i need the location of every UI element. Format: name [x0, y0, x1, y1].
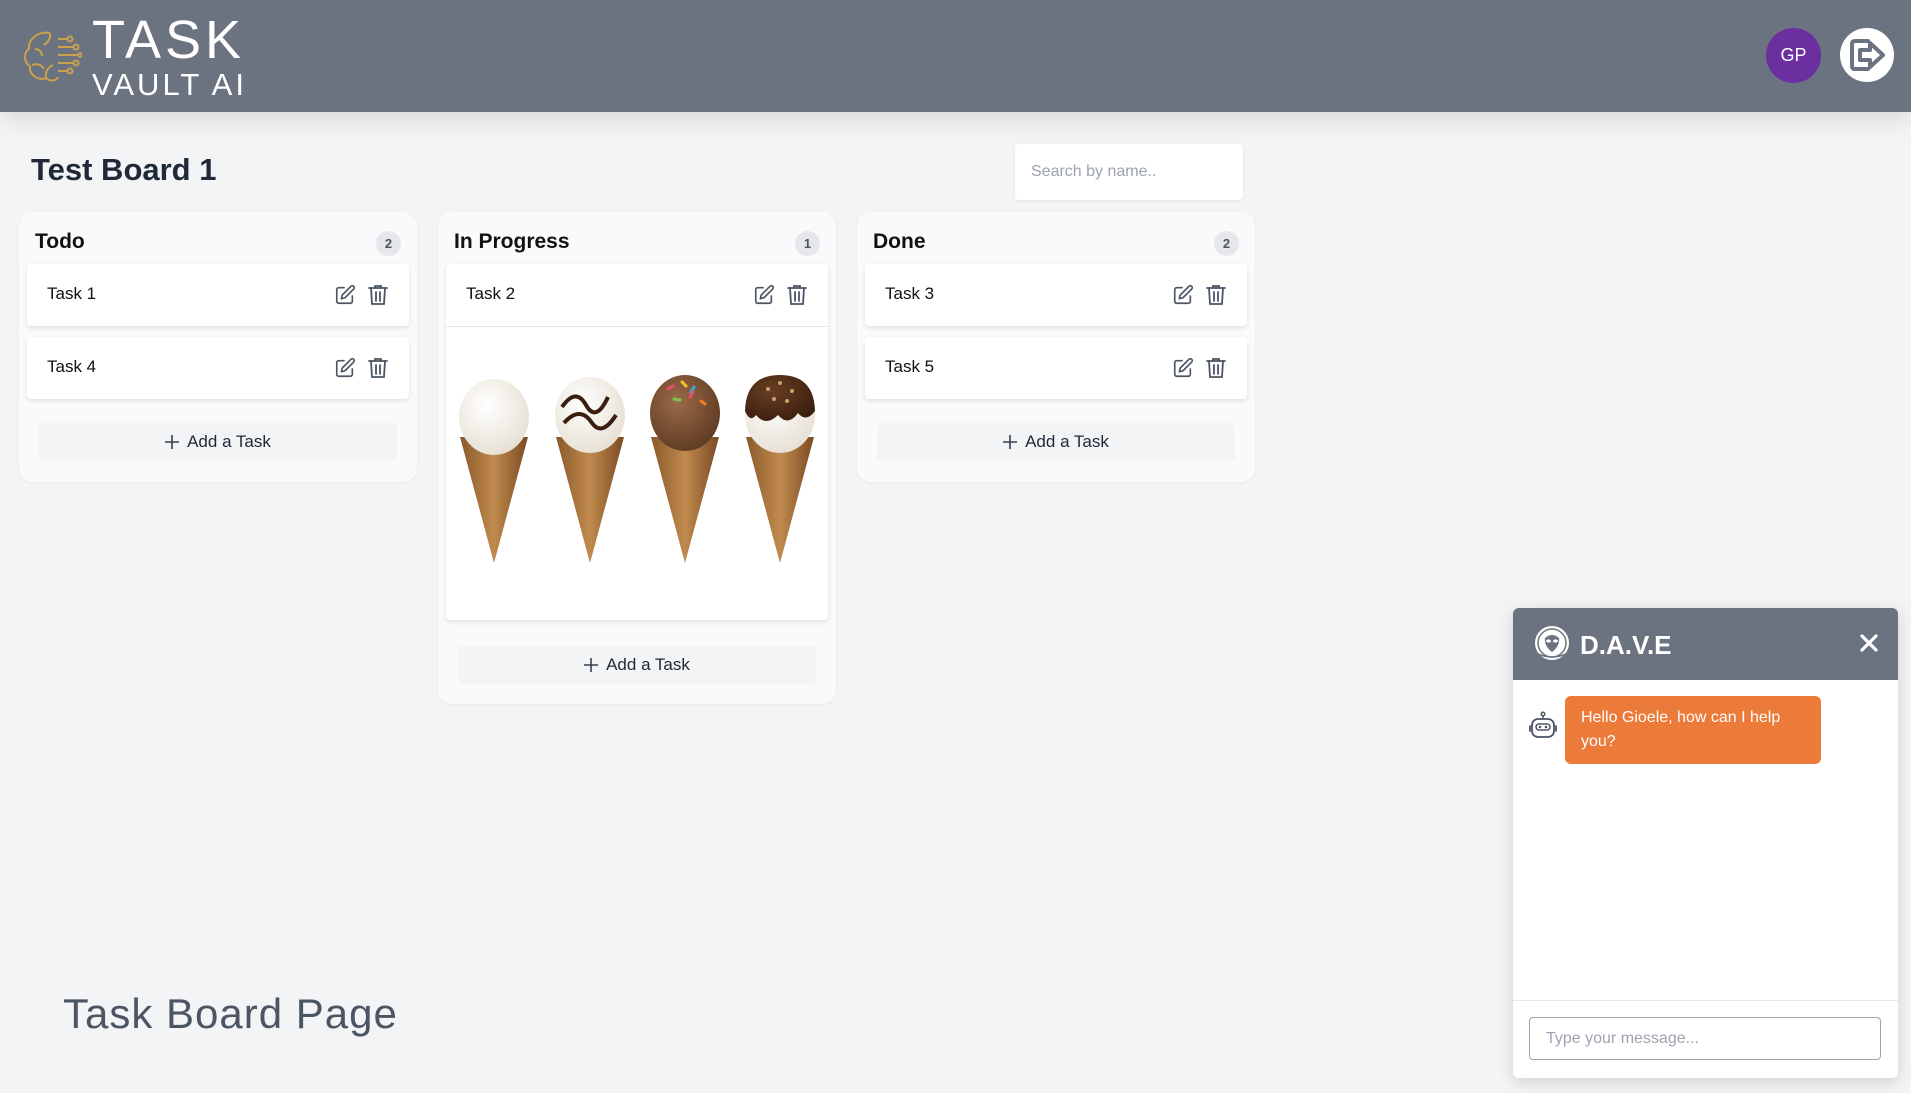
edit-icon[interactable]: [1171, 283, 1194, 307]
trash-icon[interactable]: [1204, 356, 1227, 380]
add-task-label: Add a Task: [1025, 432, 1109, 451]
edit-icon[interactable]: [1171, 356, 1194, 380]
column-done: Done 2 Task 3 Task 5 Add a Task: [857, 212, 1255, 482]
edit-icon[interactable]: [752, 283, 775, 307]
task-count-badge: 2: [1214, 231, 1239, 256]
task-title: Task 1: [47, 284, 97, 303]
column-title: Done: [873, 230, 926, 253]
column-title: In Progress: [454, 230, 570, 253]
edit-icon[interactable]: [333, 283, 356, 307]
add-task-button[interactable]: Add a Task: [39, 423, 397, 461]
bot-message: Hello Gioele, how can I help you?: [1565, 696, 1821, 764]
logo-subtitle: VAULT AI: [92, 66, 247, 102]
robot-icon: [1529, 711, 1557, 738]
board-title: Test Board 1: [31, 152, 217, 187]
close-icon[interactable]: [1856, 630, 1882, 656]
task-card[interactable]: Task 2: [446, 264, 828, 620]
task-title: Task 5: [885, 357, 935, 376]
task-count-badge: 2: [376, 231, 401, 256]
logo-title: TASK: [92, 9, 246, 70]
task-card[interactable]: Task 1: [27, 264, 409, 326]
chat-footer: [1513, 1000, 1898, 1078]
logout-arrow-icon: [1850, 39, 1885, 71]
task-card[interactable]: Task 3: [865, 264, 1247, 326]
search-input[interactable]: [1015, 144, 1243, 200]
page-caption: Task Board Page: [63, 990, 398, 1037]
chat-title: D.A.V.E: [1580, 630, 1672, 660]
user-avatar[interactable]: GP: [1766, 28, 1821, 83]
add-task-button[interactable]: Add a Task: [458, 646, 816, 684]
chat-widget: D.A.V.E Hello Gioele, how can I help you…: [1513, 608, 1898, 1078]
chat-header: D.A.V.E: [1513, 608, 1898, 680]
trash-icon[interactable]: [785, 283, 808, 307]
task-image: [446, 326, 828, 620]
add-task-label: Add a Task: [606, 655, 690, 674]
add-task-button[interactable]: Add a Task: [877, 423, 1235, 461]
task-card[interactable]: Task 5: [865, 337, 1247, 399]
column-todo: Todo 2 Task 1 Task 4 Add a Task: [19, 212, 417, 482]
add-task-label: Add a Task: [187, 432, 271, 451]
brain-circuit-icon: [24, 31, 82, 82]
plus-icon: [1003, 435, 1018, 449]
task-card[interactable]: Task 4: [27, 337, 409, 399]
plus-icon: [165, 435, 180, 449]
task-title: Task 2: [466, 284, 516, 303]
task-count-badge: 1: [795, 231, 820, 256]
task-title: Task 3: [885, 284, 935, 303]
logout-button[interactable]: [1840, 28, 1894, 82]
trash-icon[interactable]: [366, 283, 389, 307]
task-title: Task 4: [47, 357, 97, 376]
app-logo[interactable]: TASK VAULT AI: [20, 13, 247, 100]
edit-icon[interactable]: [333, 356, 356, 380]
alien-globe-icon: [1535, 626, 1569, 660]
ice-cream-cones-image: [459, 375, 815, 563]
trash-icon[interactable]: [366, 356, 389, 380]
column-title: Todo: [35, 230, 85, 253]
plus-icon: [584, 658, 599, 672]
trash-icon[interactable]: [1204, 283, 1227, 307]
chat-message-input[interactable]: [1529, 1017, 1881, 1060]
top-navbar: TASK VAULT AI GP: [0, 0, 1911, 112]
column-in-progress: In Progress 1 Task 2 Add a Task: [438, 212, 836, 704]
